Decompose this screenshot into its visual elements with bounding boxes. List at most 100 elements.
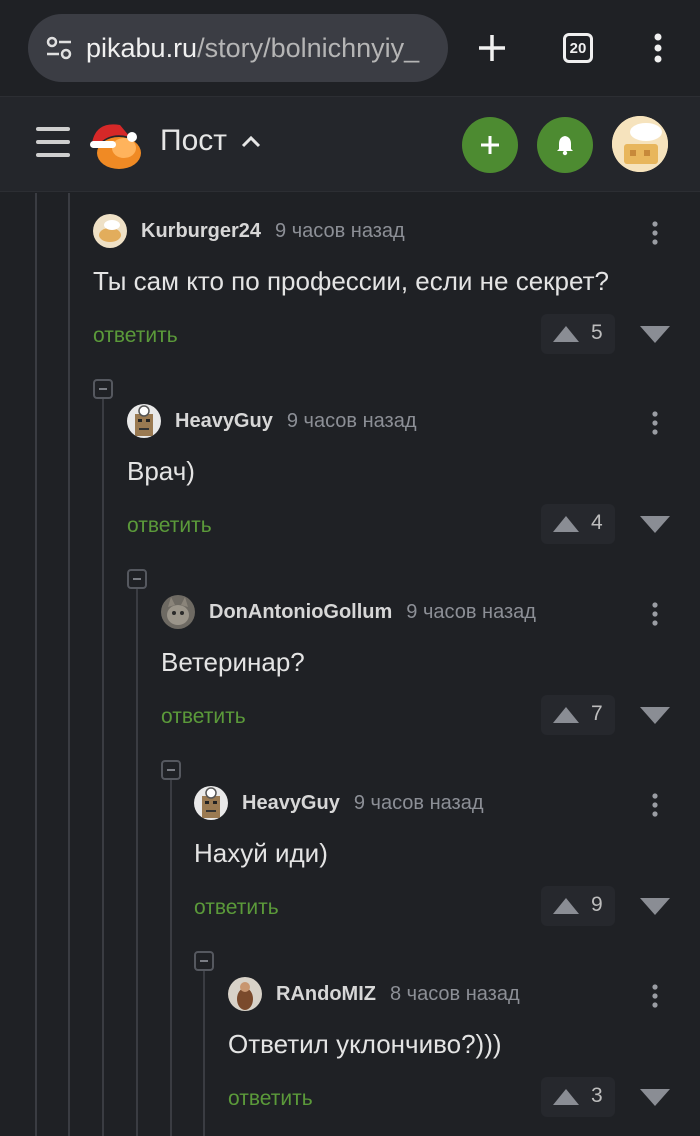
comment-author[interactable]: HeavyGuy 9 часов назад [175,410,417,433]
page-title[interactable]: Пост [160,124,227,158]
reply-link[interactable]: ответить [161,705,246,729]
rating: 3 [591,1084,603,1107]
user-avatar[interactable] [612,116,668,172]
tab-switcher-button[interactable]: 20 [550,20,606,76]
collapse-button[interactable] [127,569,147,589]
collapse-button[interactable] [161,760,181,780]
author-name[interactable]: RAndoMIZ [276,983,376,1005]
add-post-button[interactable] [462,117,518,173]
author-name[interactable]: Kurburger24 [141,220,261,242]
reply-link[interactable]: ответить [194,896,279,920]
arrow-up-icon [553,1089,579,1105]
doctor-avatar-image [194,786,228,820]
more-vertical-icon[interactable] [643,216,667,250]
author-name[interactable]: HeavyGuy [175,410,273,432]
thread-guide-line [170,779,172,1136]
comment-time: 9 часов назад [286,410,417,432]
site-header: Пост [0,96,700,192]
pikabu-logo[interactable] [86,115,146,175]
doctor-avatar-image [127,404,161,438]
rating: 4 [591,511,603,534]
comment-time: 8 часов назад [389,983,520,1005]
arrow-down-icon [640,898,670,915]
thread-guide-line [203,971,205,1136]
more-vertical-icon[interactable] [643,788,667,822]
browser-menu-button[interactable] [630,20,686,76]
comment-time: 9 часов назад [406,601,536,623]
more-vertical-icon [654,33,662,63]
more-vertical-icon[interactable] [643,597,667,631]
comment-text: Ты сам кто по профессии, если не секрет? [93,266,609,296]
arrow-up-icon [553,326,579,342]
comment-time: 9 часов назад [353,792,484,814]
arrow-down-icon [640,326,670,343]
plus-icon [481,136,499,154]
vote-up-button[interactable]: 4 [541,504,615,544]
more-vertical-icon[interactable] [643,406,667,440]
comment-author[interactable]: HeavyGuy 9 часов назад [242,792,484,815]
avatar[interactable] [161,595,195,629]
comment-text: Врач) [127,456,195,486]
photo-avatar-image [228,977,262,1011]
reply-link[interactable]: ответить [93,324,178,348]
chevron-up-icon[interactable] [240,131,262,153]
vote-up-button[interactable]: 9 [541,886,615,926]
more-vertical-icon[interactable] [643,979,667,1013]
avatar[interactable] [127,404,161,438]
arrow-down-icon [640,707,670,724]
url-text[interactable]: pikabu.ru/story/bolnichnyiy_ [86,33,436,64]
comment: HeavyGuy 9 часов назад Врач) ответить 4 [127,404,678,554]
arrow-up-icon [553,707,579,723]
reply-link[interactable]: ответить [228,1087,313,1111]
comment-author[interactable]: DonAntonioGollum 9 часов назад [209,601,536,624]
tab-count: 20 [563,33,593,63]
comment-time: 9 часов назад [275,220,405,242]
comment: HeavyGuy 9 часов назад Нахуй иди) ответит… [194,786,678,936]
thread-guide-line [35,193,37,1136]
comment-text: Ветеринар? [161,647,305,677]
vote-up-button[interactable]: 3 [541,1077,615,1117]
rating: 7 [591,702,603,725]
menu-icon[interactable] [36,127,70,161]
vote-up-button[interactable]: 7 [541,695,615,735]
vote-down-button[interactable] [635,1077,675,1117]
rating: 9 [591,893,603,916]
bell-icon [557,136,573,156]
comment-text: Нахуй иди) [194,838,328,868]
collapse-button[interactable] [194,951,214,971]
comment: DonAntonioGollum 9 часов назад Ветеринар?… [161,595,678,745]
arrow-down-icon [640,1089,670,1106]
author-name[interactable]: DonAntonioGollum [209,601,392,623]
collapse-button[interactable] [93,379,113,399]
thread-guide-line [136,588,138,1136]
rating: 5 [591,321,603,344]
avatar[interactable] [228,977,262,1011]
vote-down-button[interactable] [635,695,675,735]
thread-guide-line [68,193,70,1136]
bread-avatar-image [93,214,127,248]
vote-down-button[interactable] [635,314,675,354]
vote-down-button[interactable] [635,504,675,544]
notifications-button[interactable] [537,117,593,173]
comment-text: Ответил уклончиво?))) [228,1029,502,1059]
comment-author[interactable]: RAndoMIZ 8 часов назад [276,983,520,1006]
reply-link[interactable]: ответить [127,514,212,538]
vote-up-button[interactable]: 5 [541,314,615,354]
avatar[interactable] [93,214,127,248]
cat-avatar-image [161,595,195,629]
arrow-up-icon [553,516,579,532]
comment-thread: Kurburger24 9 часов назад Ты сам кто по п… [0,193,700,1136]
url-host: pikabu.ru [86,32,198,63]
arrow-down-icon [640,516,670,533]
comment-author[interactable]: Kurburger24 9 часов назад [141,220,405,243]
author-name[interactable]: HeavyGuy [242,792,340,814]
site-settings-icon[interactable] [44,33,74,63]
avatar[interactable] [194,786,228,820]
address-bar[interactable]: pikabu.ru/story/bolnichnyiy_ [28,14,448,82]
comment: Kurburger24 9 часов назад Ты сам кто по п… [93,214,678,364]
new-tab-button[interactable] [464,20,520,76]
vote-down-button[interactable] [635,886,675,926]
comment: RAndoMIZ 8 часов назад Ответил уклончиво?… [228,977,678,1127]
browser-toolbar: pikabu.ru/story/bolnichnyiy_ 20 [0,0,700,96]
thread-guide-line [102,398,104,1136]
